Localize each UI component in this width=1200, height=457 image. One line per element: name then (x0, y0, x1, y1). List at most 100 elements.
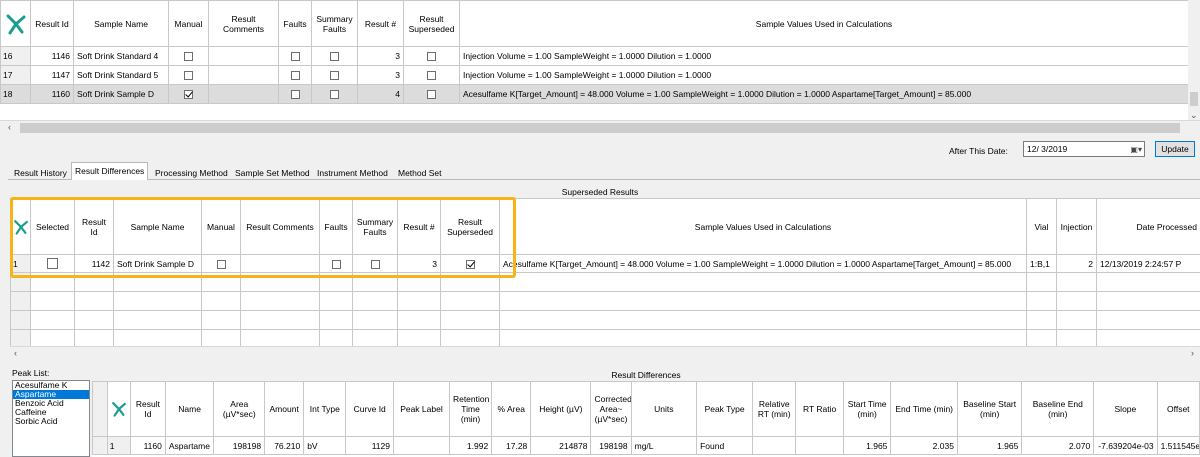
col-amount[interactable]: Amount (264, 381, 305, 437)
table-row[interactable]: 1 1160 Aspartame 198198 76.210 bV 1129 1… (92, 436, 1200, 455)
faults-cell (278, 84, 312, 104)
curve-id-cell: 1129 (345, 436, 394, 455)
sample-name-cell: Soft Drink Sample D (73, 84, 169, 104)
col-sample-name[interactable]: Sample Name (113, 198, 202, 255)
results-grid: Result Id Sample Name Manual Result Comm… (0, 0, 1189, 122)
superseded-checkbox (427, 71, 436, 81)
results-grid-hscroll[interactable]: ‹ (0, 120, 1200, 134)
col-curve-id[interactable]: Curve Id (345, 381, 394, 437)
vscroll-thumb[interactable] (1190, 92, 1198, 106)
result-comments-cell (240, 254, 320, 273)
col-result-number[interactable]: Result # (397, 198, 441, 255)
col-faults[interactable]: Faults (319, 198, 353, 255)
update-button[interactable]: Update (1155, 141, 1195, 157)
col-name[interactable]: Name (164, 381, 215, 437)
manual-cell (168, 65, 209, 85)
col-peak-label[interactable]: Peak Label (392, 381, 450, 437)
calendar-dropdown-icon[interactable]: ▣▾ (1130, 143, 1142, 157)
col-units[interactable]: Units (630, 381, 698, 437)
col-int-type[interactable]: Int Type (303, 381, 347, 437)
col-vial[interactable]: Vial (1026, 198, 1057, 255)
col-manual[interactable]: Manual (168, 0, 209, 47)
result-id-cell: 1146 (30, 46, 74, 66)
col-summary-faults[interactable]: Summary Faults (311, 0, 358, 47)
baseline-end-cell: 2.070 (1021, 436, 1095, 455)
row-number: 18 (0, 84, 31, 104)
col-result-id[interactable]: Result Id (74, 198, 114, 255)
tab-sample-set-method[interactable]: Sample Set Method (231, 164, 314, 180)
col-end-time[interactable]: End Time (min) (890, 381, 958, 437)
after-date-label: After This Date: (949, 146, 1008, 156)
col-corrected-area[interactable]: Corrected Area~ (µV*sec) (590, 381, 632, 437)
app-logo-icon (2, 13, 30, 35)
col-height[interactable]: Height (µV) (530, 381, 592, 437)
sample-values-cell: Acesulfame K[Target_Amount] = 48.000 Vol… (499, 254, 1027, 273)
sample-values-cell: Injection Volume = 1.00 SampleWeight = 1… (459, 65, 1189, 85)
peak-list-item[interactable]: Sorbic Acid (13, 417, 89, 426)
app-logo-icon (12, 218, 30, 236)
superseded-checkbox (465, 259, 475, 269)
col-result-id[interactable]: Result Id (30, 0, 74, 47)
tab-result-history[interactable]: Result History (10, 164, 71, 180)
col-result-number[interactable]: Result # (357, 0, 404, 47)
col-relative-rt[interactable]: Relative RT (min) (752, 381, 797, 437)
manual-checkbox (184, 52, 193, 62)
col-peak-type[interactable]: Peak Type (696, 381, 754, 437)
col-manual[interactable]: Manual (201, 198, 241, 255)
tab-instrument-method[interactable]: Instrument Method (313, 164, 392, 180)
date-value: 12/ 3/2019 (1027, 144, 1068, 154)
col-faults[interactable]: Faults (278, 0, 312, 47)
col-result-superseded[interactable]: Result Superseded (440, 198, 500, 255)
col-start-time[interactable]: Start Time (min) (842, 381, 892, 437)
selected-checkbox[interactable] (47, 258, 58, 270)
superseded-checkbox (427, 90, 436, 100)
col-baseline-start[interactable]: Baseline Start (min) (956, 381, 1023, 437)
injection-cell: 2 (1056, 254, 1097, 273)
scroll-left-icon[interactable]: ‹ (14, 348, 17, 358)
table-row[interactable]: 18 1160 Soft Drink Sample D 4 Acesulfame K[T… (0, 84, 1189, 104)
tab-processing-method[interactable]: Processing Method (151, 164, 232, 180)
hscroll-thumb[interactable] (20, 123, 1180, 133)
col-offset[interactable]: Offset (1156, 381, 1200, 437)
col-sample-values[interactable]: Sample Values Used in Calculations (459, 0, 1189, 47)
col-selected[interactable]: Selected (30, 198, 75, 255)
sample-name-cell: Soft Drink Standard 4 (73, 46, 169, 66)
scroll-left-icon[interactable]: ‹ (8, 122, 11, 132)
grid-logo-corner (0, 0, 31, 47)
col-sample-name[interactable]: Sample Name (73, 0, 169, 47)
height-cell: 214878 (530, 436, 592, 455)
col-slope[interactable]: Slope (1093, 381, 1158, 437)
row-number: 1 (106, 436, 132, 455)
superseded-hscroll[interactable]: ‹ › (10, 346, 1200, 360)
peak-label-cell (392, 436, 450, 455)
col-retention-time[interactable]: Retention Time (min) (448, 381, 493, 437)
result-number-cell: 3 (357, 65, 404, 85)
col-baseline-end[interactable]: Baseline End (min) (1021, 381, 1095, 437)
peak-type-cell: Found (696, 436, 754, 455)
col-pct-area[interactable]: % Area (491, 381, 532, 437)
tab-result-differences[interactable]: Result Differences (71, 162, 149, 180)
faults-cell (319, 254, 353, 273)
selected-cell[interactable] (30, 254, 75, 273)
col-rt-ratio[interactable]: RT Ratio (795, 381, 844, 437)
col-summary-faults[interactable]: Summary Faults (352, 198, 398, 255)
col-date-processed[interactable]: Date Processed (1096, 198, 1200, 255)
tab-method-set[interactable]: Method Set (394, 164, 445, 180)
date-picker[interactable]: 12/ 3/2019 ▣▾ (1023, 141, 1145, 157)
col-result-id[interactable]: Result Id (130, 381, 166, 437)
result-id-cell: 1160 (130, 436, 166, 455)
col-result-comments[interactable]: Result Comments (208, 0, 279, 47)
col-area[interactable]: Area (µV*sec) (213, 381, 266, 437)
col-injection[interactable]: Injection (1056, 198, 1097, 255)
superseded-cell (403, 65, 460, 85)
col-sample-values[interactable]: Sample Values Used in Calculations (499, 198, 1027, 255)
table-row[interactable]: 1 1142 Soft Drink Sample D 3 Acesulfame … (10, 254, 1200, 273)
peak-list[interactable]: Acesulfame K Aspartame Benzoic Acid Caff… (12, 380, 90, 457)
col-result-superseded[interactable]: Result Superseded (403, 0, 460, 47)
table-row[interactable]: 16 1146 Soft Drink Standard 4 3 Injection Vo… (0, 46, 1189, 66)
scroll-right-icon[interactable]: › (1191, 348, 1194, 358)
manual-cell (201, 254, 241, 273)
table-row[interactable]: 17 1147 Soft Drink Standard 5 3 Injection Vo… (0, 65, 1189, 85)
results-grid-vscroll[interactable]: ⌄ (1188, 0, 1200, 122)
col-result-comments[interactable]: Result Comments (240, 198, 320, 255)
